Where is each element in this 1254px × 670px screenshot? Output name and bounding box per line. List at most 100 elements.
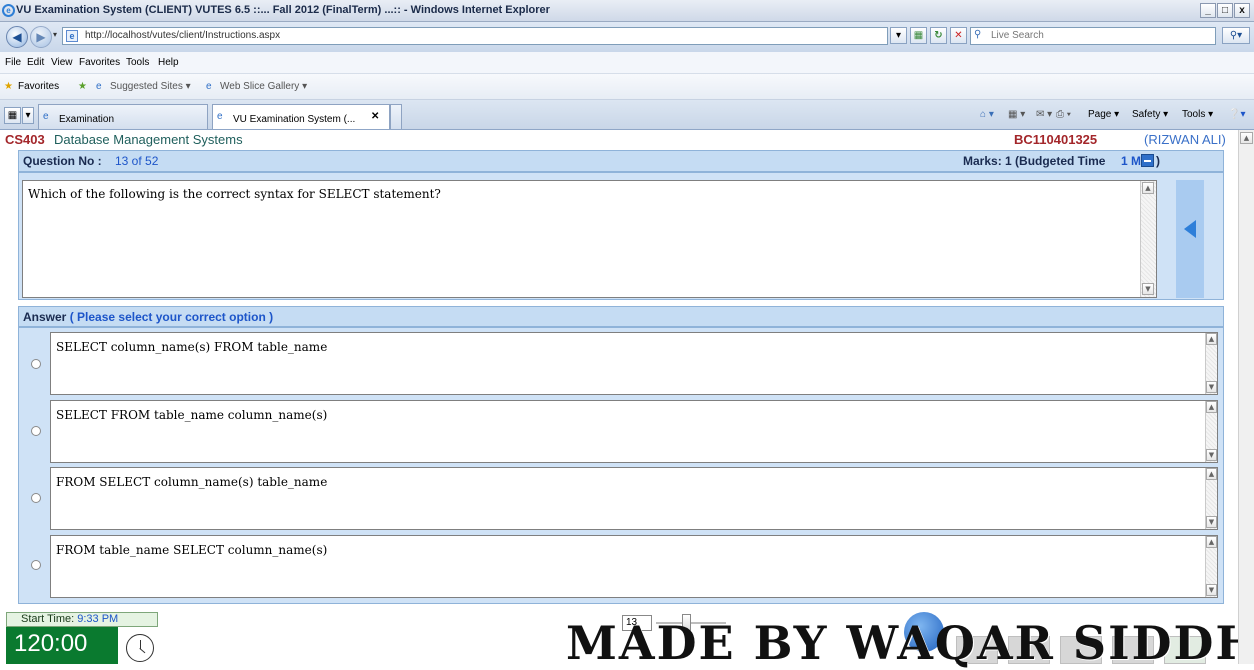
option-scrollbar[interactable]: ▲ ▼: [1205, 333, 1217, 394]
scroll-up-icon[interactable]: ▲: [1142, 182, 1154, 194]
search-button[interactable]: ⚲▾: [1222, 27, 1250, 44]
menu-edit[interactable]: Edit: [27, 57, 44, 68]
option-text-2: SELECT FROM table_name column_name(s): [56, 408, 328, 422]
start-time-label: Start Time:: [21, 613, 75, 625]
option-radio-4[interactable]: [31, 560, 41, 570]
tab-label: VU Examination System (...: [233, 114, 356, 125]
scroll-down-icon[interactable]: ▼: [1206, 516, 1217, 528]
answer-header: Answer ( Please select your correct opti…: [18, 306, 1224, 327]
collapse-icon[interactable]: [1141, 154, 1154, 167]
scroll-up-icon[interactable]: ▲: [1240, 132, 1253, 144]
option-box-1: SELECT column_name(s) FROM table_name: [50, 332, 1218, 395]
scroll-down-icon[interactable]: ▼: [1142, 283, 1154, 295]
question-text: Which of the following is the correct sy…: [28, 187, 441, 201]
course-code: CS403: [5, 132, 45, 147]
course-name: Database Management Systems: [54, 132, 243, 147]
student-name: (RIZWAN ALI): [1144, 132, 1226, 147]
ie-page-icon: e: [96, 81, 102, 92]
question-scrollbar[interactable]: ▲ ▼: [1140, 181, 1156, 297]
menu-file[interactable]: File: [5, 57, 21, 68]
option-box-3: FROM SELECT column_name(s) table_name: [50, 467, 1218, 530]
watermark-text: MADE BY WAQAR SIDDHU: [566, 616, 1254, 670]
address-dropdown-button[interactable]: ▾: [890, 27, 907, 44]
stop-button[interactable]: ✕: [950, 27, 967, 44]
page-scrollbar[interactable]: ▲: [1238, 130, 1254, 664]
answer-label: Answer: [23, 310, 67, 324]
option-radio-3[interactable]: [31, 493, 41, 503]
home-icon[interactable]: ⌂ ▾: [980, 109, 994, 120]
favorites-bar: ★ Favorites ★ e Suggested Sites ▾ e Web …: [0, 74, 1254, 100]
tab-list-icon[interactable]: ▾: [22, 107, 34, 124]
ie-tab-icon: e: [217, 111, 223, 122]
option-radio-1[interactable]: [31, 359, 41, 369]
question-text-box: Which of the following is the correct sy…: [22, 180, 1157, 298]
option-text-1: SELECT column_name(s) FROM table_name: [56, 340, 328, 354]
new-tab-button[interactable]: [390, 104, 402, 129]
window-title-bar: e VU Examination System (CLIENT) VUTES 6…: [0, 0, 1254, 22]
option-text-4: FROM table_name SELECT column_name(s): [56, 543, 328, 557]
quick-tabs-icon[interactable]: ▦: [4, 107, 21, 124]
option-box-4: FROM table_name SELECT column_name(s): [50, 535, 1218, 598]
maximize-button[interactable]: □: [1217, 3, 1233, 18]
tab-examination[interactable]: e Examination: [38, 104, 208, 129]
countdown-timer: 120:00: [6, 627, 118, 664]
side-panel-toggle[interactable]: [1176, 180, 1204, 298]
menu-bar: File Edit View Favorites Tools Help: [0, 52, 1254, 74]
feeds-icon[interactable]: ▦ ▾: [1008, 109, 1025, 120]
student-id: BC110401325: [1014, 132, 1098, 147]
live-search-input[interactable]: Live Search: [970, 27, 1216, 45]
web-slice-gallery-link[interactable]: Web Slice Gallery ▾: [220, 81, 307, 92]
close-tab-icon[interactable]: ✕: [371, 111, 379, 122]
safety-menu[interactable]: Safety ▾: [1132, 109, 1168, 120]
scroll-up-icon[interactable]: ▲: [1206, 401, 1217, 413]
tab-label: Examination: [59, 114, 115, 125]
tools-menu[interactable]: Tools ▾: [1182, 109, 1213, 120]
suggested-sites-link[interactable]: Suggested Sites ▾: [110, 81, 191, 92]
menu-view[interactable]: View: [51, 57, 73, 68]
refresh-button[interactable]: ↻: [930, 27, 947, 44]
ie-logo-icon: e: [2, 4, 15, 17]
close-window-button[interactable]: x: [1234, 3, 1250, 18]
start-time-value: 9:33 PM: [77, 613, 119, 625]
scroll-up-icon[interactable]: ▲: [1206, 333, 1217, 345]
page-menu[interactable]: Page ▾: [1088, 109, 1119, 120]
compatibility-view-icon[interactable]: ▦: [910, 27, 927, 44]
menu-favorites[interactable]: Favorites: [79, 57, 120, 68]
menu-tools[interactable]: Tools: [126, 57, 149, 68]
minimize-button[interactable]: _: [1200, 3, 1216, 18]
back-button[interactable]: ◀: [6, 26, 28, 48]
ie-page-icon: e: [206, 81, 212, 92]
forward-button[interactable]: ▶: [30, 26, 52, 48]
print-icon[interactable]: ⎙ ▾: [1056, 109, 1071, 120]
marks-label: Marks: 1 (Budgeted Time: [963, 154, 1106, 168]
question-label: Question No :: [23, 154, 102, 168]
scroll-down-icon[interactable]: ▼: [1206, 449, 1217, 461]
option-scrollbar[interactable]: ▲ ▼: [1205, 468, 1217, 529]
option-scrollbar[interactable]: ▲ ▼: [1205, 536, 1217, 597]
live-search-icon: ⚲: [974, 29, 982, 40]
scroll-up-icon[interactable]: ▲: [1206, 468, 1217, 480]
option-scrollbar[interactable]: ▲ ▼: [1205, 401, 1217, 462]
tab-bar: ▦ ▾ e Examination e VU Examination Syste…: [0, 100, 1254, 130]
scroll-up-icon[interactable]: ▲: [1206, 536, 1217, 548]
marks-close: ): [1156, 154, 1160, 168]
start-time-box: Start Time: 9:33 PM: [6, 612, 158, 627]
help-icon[interactable]: ❔▾: [1228, 109, 1245, 120]
scroll-down-icon[interactable]: ▼: [1206, 584, 1217, 596]
scroll-down-icon[interactable]: ▼: [1206, 381, 1217, 393]
option-radio-2[interactable]: [31, 426, 41, 436]
question-header: Question No : 13 of 52 Marks: 1 (Budgete…: [18, 150, 1224, 172]
answer-hint: ( Please select your correct option ): [69, 310, 274, 324]
favorites-star-icon: ★: [4, 81, 13, 92]
add-favorite-icon[interactable]: ★: [78, 81, 87, 92]
tab-vu-examination[interactable]: e VU Examination System (... ✕: [212, 104, 390, 129]
clock-icon: [126, 634, 154, 662]
ie-tab-icon: e: [43, 111, 49, 122]
menu-help[interactable]: Help: [158, 57, 179, 68]
course-header: CS403 Database Management Systems BC1104…: [0, 130, 1238, 150]
history-dropdown-icon[interactable]: ▾: [53, 30, 57, 39]
window-title: VU Examination System (CLIENT) VUTES 6.5…: [16, 4, 550, 16]
mail-icon[interactable]: ✉ ▾: [1036, 109, 1052, 120]
address-input[interactable]: http://localhost/vutes/client/Instructio…: [62, 27, 888, 45]
favorites-button[interactable]: Favorites: [18, 81, 59, 92]
